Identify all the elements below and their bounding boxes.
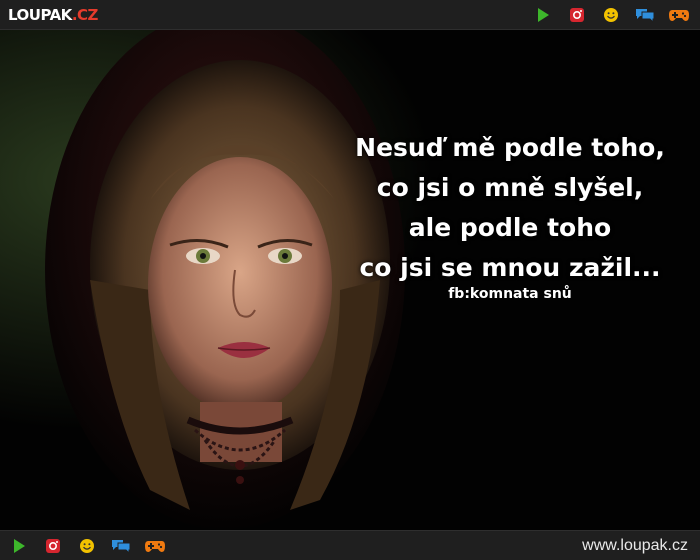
- instagram-icon[interactable]: [42, 535, 64, 557]
- instagram-icon[interactable]: [566, 4, 588, 26]
- top-icon-bar: [532, 4, 690, 26]
- loupak-logo[interactable]: LOUPAK .CZ: [8, 6, 98, 24]
- smiley-icon[interactable]: [600, 4, 622, 26]
- top-bar: LOUPAK .CZ: [0, 0, 700, 30]
- bottom-icon-bar: [8, 535, 166, 557]
- meme-image: Nesuď mě podle toho, co jsi o mně slyšel…: [0, 30, 700, 530]
- chat-icon[interactable]: [110, 535, 132, 557]
- logo-suffix: .CZ: [71, 5, 99, 24]
- quote-line: ale podle toho: [408, 213, 612, 242]
- quote-line: co jsi o mně slyšel,: [376, 173, 644, 202]
- logo-text: LOUPAK: [8, 5, 72, 24]
- bottom-bar: www.loupak.cz: [0, 530, 700, 560]
- quote-text: Nesuď mě podle toho, co jsi o mně slyšel…: [330, 128, 690, 288]
- play-icon[interactable]: [532, 4, 554, 26]
- chat-icon[interactable]: [634, 4, 656, 26]
- gamepad-icon[interactable]: [144, 535, 166, 557]
- site-url-link[interactable]: www.loupak.cz: [582, 537, 688, 555]
- play-icon[interactable]: [8, 535, 30, 557]
- quote-line: Nesuď mě podle toho,: [355, 133, 665, 162]
- gamepad-icon[interactable]: [668, 4, 690, 26]
- smiley-icon[interactable]: [76, 535, 98, 557]
- quote-line: co jsi se mnou zažil...: [359, 253, 661, 282]
- quote-credit: fb:komnata snů: [448, 286, 572, 302]
